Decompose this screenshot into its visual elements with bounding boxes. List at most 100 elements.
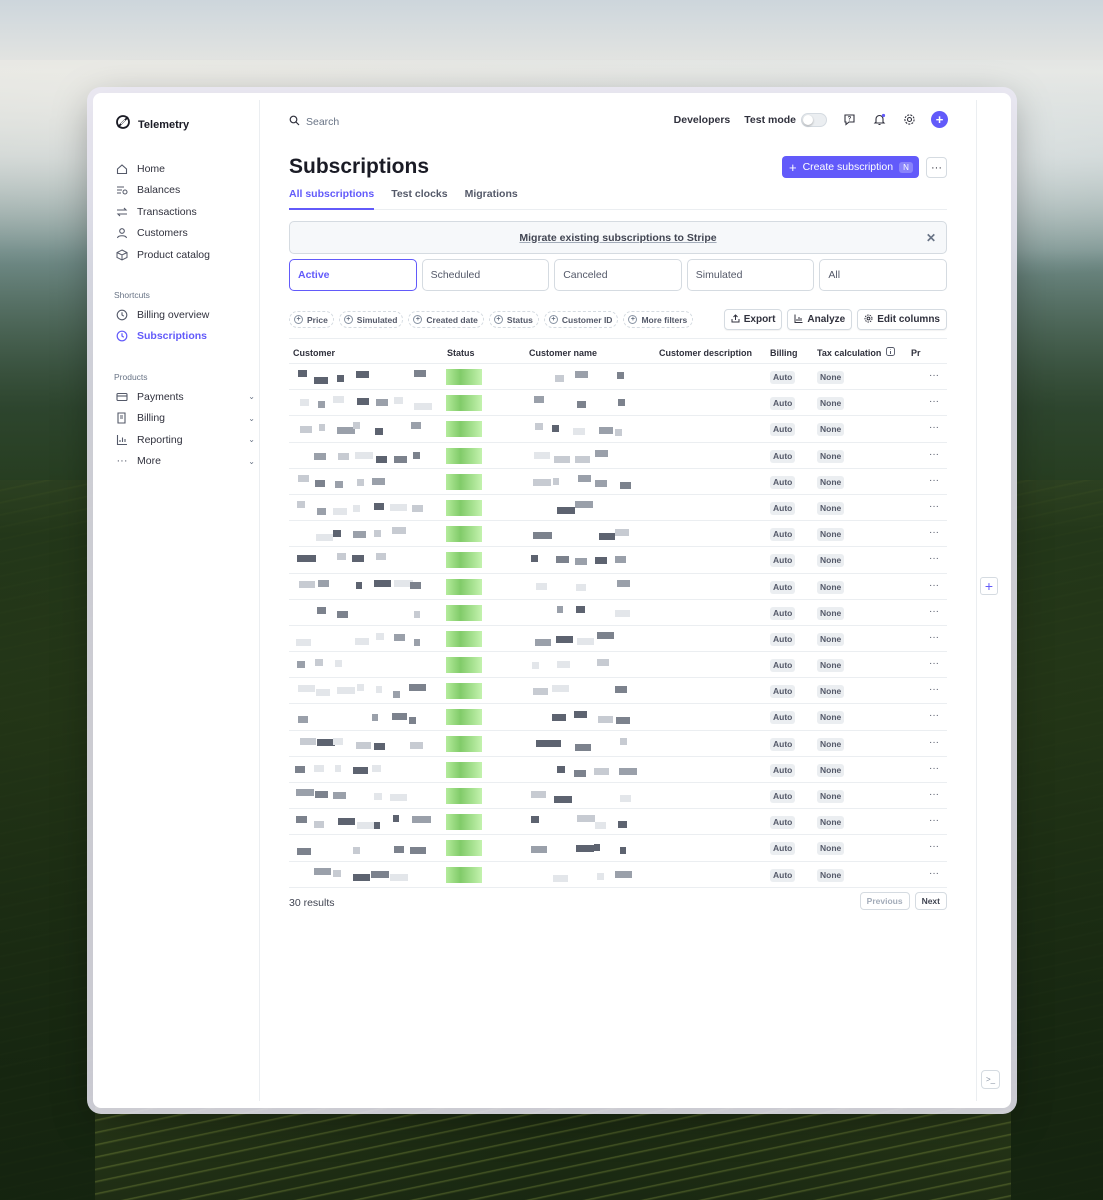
column-customer[interactable]: Customer (293, 348, 335, 358)
analyze-button[interactable]: Analyze (787, 309, 853, 330)
column-status[interactable]: Status (447, 348, 475, 358)
row-menu-button[interactable]: ··· (929, 553, 939, 564)
sidebar-item-billing[interactable]: Billing ⌄ (115, 408, 255, 430)
row-menu-button[interactable]: ··· (929, 475, 939, 486)
settings-gear-icon[interactable] (901, 112, 917, 128)
row-menu-button[interactable]: ··· (929, 684, 939, 695)
create-subscription-button[interactable]: + Create subscription N (782, 156, 919, 178)
table-row[interactable]: Auto None ··· (289, 600, 947, 626)
filter-all[interactable]: All (819, 259, 947, 291)
filter-pill-price[interactable]: + Price (289, 311, 334, 328)
row-menu-button[interactable]: ··· (929, 422, 939, 433)
row-menu-button[interactable]: ··· (929, 737, 939, 748)
brand[interactable]: Telemetry (115, 114, 189, 135)
row-menu-button[interactable]: ··· (929, 710, 939, 721)
table-row[interactable]: Auto None ··· (289, 626, 947, 653)
row-menu-button[interactable]: ··· (929, 763, 939, 774)
edit-columns-button[interactable]: Edit columns (857, 309, 947, 330)
filter-scheduled[interactable]: Scheduled (421, 259, 550, 291)
table-row[interactable]: Auto None ··· (289, 783, 947, 810)
table-row[interactable]: Auto None ··· (289, 390, 947, 417)
table-row[interactable]: Auto None ··· (289, 835, 947, 862)
page-more-button[interactable]: ··· (926, 157, 947, 178)
row-menu-button[interactable]: ··· (929, 841, 939, 852)
filter-pill-created-date[interactable]: + Created date (408, 311, 484, 328)
row-menu-button[interactable]: ··· (929, 501, 939, 512)
table-row[interactable]: Auto None ··· (289, 574, 947, 600)
table-row[interactable]: Auto None ··· (289, 364, 947, 391)
row-menu-button[interactable]: ··· (929, 789, 939, 800)
column-price[interactable]: Pr (911, 348, 921, 358)
row-menu-button[interactable]: ··· (929, 580, 939, 591)
filter-pill-status[interactable]: + Status (488, 311, 539, 328)
filter-canceled[interactable]: Canceled (554, 259, 682, 291)
column-customer-name[interactable]: Customer name (529, 348, 597, 358)
sidebar-item-reporting[interactable]: Reporting ⌄ (115, 429, 255, 451)
table-row[interactable]: Auto None ··· (289, 469, 947, 495)
row-menu-button[interactable]: ··· (929, 815, 939, 826)
filter-pill-customer-id[interactable]: + Customer ID (543, 311, 619, 328)
row-menu-button[interactable]: ··· (929, 606, 939, 617)
row-menu-button[interactable]: ··· (929, 449, 939, 460)
table-row[interactable]: Auto None ··· (289, 704, 947, 731)
column-billing[interactable]: Billing (770, 348, 798, 358)
sidebar-item-billing-overview[interactable]: Billing overview (115, 304, 255, 326)
redacted-customer-name-block (533, 532, 552, 540)
migration-link[interactable]: Migrate existing subscriptions to Stripe (519, 232, 716, 244)
sidebar-item-subscriptions[interactable]: Subscriptions (115, 326, 255, 348)
sidebar-item-balances[interactable]: Balances (115, 180, 255, 202)
search-input[interactable]: Search (289, 115, 339, 129)
column-customer-description[interactable]: Customer description (659, 348, 752, 358)
developers-link[interactable]: Developers (674, 114, 731, 126)
filter-simulated[interactable]: Simulated (686, 259, 815, 291)
test-mode-toggle[interactable] (801, 112, 827, 127)
notifications-bell-icon[interactable] (871, 112, 887, 128)
sidebar-item-transactions[interactable]: Transactions (115, 201, 255, 223)
sidebar-item-home[interactable]: Home (115, 158, 255, 180)
terminal-icon[interactable]: >_ (981, 1070, 1000, 1089)
tab-all-subscriptions[interactable]: All subscriptions (289, 188, 375, 210)
close-icon[interactable]: ✕ (926, 231, 936, 245)
chevron-down-icon[interactable]: ⌄ (248, 457, 255, 466)
sidebar-item-customers[interactable]: Customers (115, 223, 255, 245)
redacted-status-badge (446, 788, 482, 804)
previous-button[interactable]: Previous (859, 892, 910, 910)
filter-pill-more-filters[interactable]: + More filters (623, 311, 694, 328)
redacted-customer-name-block (620, 795, 631, 802)
row-menu-button[interactable]: ··· (929, 632, 939, 643)
table-row[interactable]: Auto None ··· (289, 521, 947, 548)
table-row[interactable]: Auto None ··· (289, 547, 947, 574)
row-menu-button[interactable]: ··· (929, 868, 939, 879)
tab-test-clocks[interactable]: Test clocks (391, 188, 447, 210)
info-icon[interactable] (886, 347, 895, 358)
row-menu-button[interactable]: ··· (929, 527, 939, 538)
table-row[interactable]: Auto None ··· (289, 678, 947, 705)
row-menu-button[interactable]: ··· (929, 658, 939, 669)
table-row[interactable]: Auto None ··· (289, 495, 947, 522)
table-row[interactable]: Auto None ··· (289, 757, 947, 783)
sidebar-item-payments[interactable]: Payments ⌄ (115, 386, 255, 408)
chevron-down-icon[interactable]: ⌄ (248, 414, 255, 423)
table-row[interactable]: Auto None ··· (289, 416, 947, 443)
filter-active[interactable]: Active (289, 259, 417, 291)
table-row[interactable]: Auto None ··· (289, 809, 947, 836)
add-panel-plus-icon[interactable]: + (980, 577, 998, 595)
row-menu-button[interactable]: ··· (929, 396, 939, 407)
help-icon[interactable]: ? (841, 112, 857, 128)
table-row[interactable]: Auto None ··· (289, 731, 947, 757)
column-tax-calculation[interactable]: Tax calculation (817, 348, 881, 358)
table-row[interactable]: Auto None ··· (289, 862, 947, 888)
filter-pill-simulated[interactable]: + Simulated (338, 311, 404, 328)
table-row[interactable]: Auto None ··· (289, 652, 947, 679)
sidebar-item-product-catalog[interactable]: Product catalog (115, 244, 255, 266)
sidebar-item-more[interactable]: ··· More ⌄ (115, 451, 256, 473)
create-plus-icon[interactable]: + (931, 111, 948, 128)
row-menu-button[interactable]: ··· (929, 370, 939, 381)
export-button[interactable]: Export (723, 309, 783, 330)
chevron-down-icon[interactable]: ⌄ (248, 392, 255, 401)
redacted-customer-id-block (372, 477, 385, 485)
chevron-down-icon[interactable]: ⌄ (248, 435, 255, 444)
tab-migrations[interactable]: Migrations (465, 188, 518, 210)
next-button[interactable]: Next (914, 892, 947, 910)
table-row[interactable]: Auto None ··· (289, 443, 947, 469)
